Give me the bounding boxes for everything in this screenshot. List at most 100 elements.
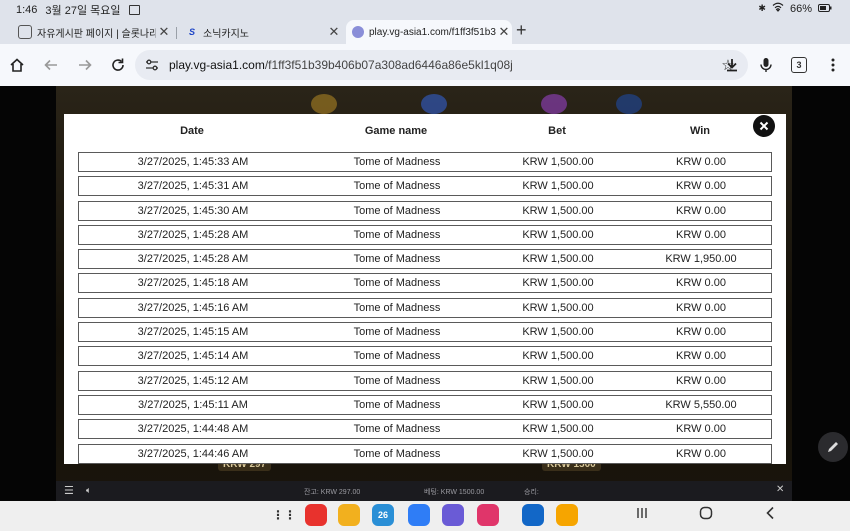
app-calendar-icon[interactable]: 26 bbox=[372, 504, 394, 526]
row-date: 3/27/2025, 1:45:18 AM bbox=[137, 277, 249, 290]
row-game-name: Tome of Madness bbox=[353, 350, 441, 363]
table-row: 3/27/2025, 1:45:12 AM Tome of Madness KRW … bbox=[78, 370, 772, 391]
game-status-bar: ☰ 🔈︎ 잔고: KRW 297.00 베팅: KRW 1500.00 승리: … bbox=[56, 481, 792, 501]
header-date: Date bbox=[180, 125, 204, 137]
edit-pencil-button[interactable] bbox=[818, 432, 848, 462]
close-modal-button[interactable] bbox=[753, 115, 775, 137]
recent-apps-icon[interactable] bbox=[636, 506, 648, 522]
row-date: 3/27/2025, 1:45:31 AM bbox=[137, 180, 249, 193]
app-outlook-icon[interactable] bbox=[522, 504, 544, 526]
tab-strip: 자유게시판 페이지 | 슬롯나라 - 2 ✕ S 소닉카지노 ✕ play.vg… bbox=[0, 18, 850, 44]
row-game-name: Tome of Madness bbox=[353, 423, 441, 436]
app-camera-icon[interactable] bbox=[477, 504, 499, 526]
row-win: KRW 0.00 bbox=[676, 447, 726, 460]
address-bar[interactable]: play.vg-asia1.com/f1ff3f51b39b406b07a308… bbox=[135, 50, 748, 80]
system-dock: ⋮⋮ 26 bbox=[0, 501, 850, 531]
row-date: 3/27/2025, 1:44:46 AM bbox=[137, 447, 249, 460]
table-row: 3/27/2025, 1:45:31 AM Tome of Madness KRW … bbox=[78, 176, 772, 197]
row-win: KRW 0.00 bbox=[676, 204, 726, 217]
row-game-name: Tome of Madness bbox=[353, 374, 441, 387]
table-row: 3/27/2025, 1:45:15 AM Tome of Madness KRW … bbox=[78, 322, 772, 343]
game-menu-icon[interactable]: ☰ bbox=[64, 484, 74, 497]
tab-count: 3 bbox=[791, 57, 807, 73]
close-tab-icon[interactable]: ✕ bbox=[326, 24, 342, 40]
row-game-name: Tome of Madness bbox=[353, 156, 441, 168]
row-game-name: Tome of Madness bbox=[353, 398, 441, 411]
row-bet: KRW 1,500.00 bbox=[522, 253, 594, 266]
game-balance: 잔고: KRW 297.00 bbox=[304, 489, 361, 496]
url-domain: play.vg-asia1.com bbox=[169, 58, 265, 72]
row-win: KRW 0.00 bbox=[676, 350, 726, 363]
row-date: 3/27/2025, 1:45:30 AM bbox=[137, 204, 249, 217]
row-game-name: Tome of Madness bbox=[353, 228, 441, 241]
microphone-icon[interactable] bbox=[755, 54, 777, 76]
tab-sonic-casino[interactable]: S 소닉카지노 ✕ bbox=[180, 20, 342, 44]
forward-arrow-icon[interactable] bbox=[74, 54, 96, 76]
tab-community[interactable]: 자유게시판 페이지 | 슬롯나라 - 2 ✕ bbox=[12, 20, 172, 44]
row-bet: KRW 1,500.00 bbox=[522, 423, 594, 436]
tab-divider bbox=[176, 27, 177, 39]
header-bet: Bet bbox=[548, 125, 566, 137]
row-bet: KRW 1,500.00 bbox=[522, 277, 594, 290]
back-arrow-icon[interactable] bbox=[40, 54, 62, 76]
row-win: KRW 0.00 bbox=[676, 423, 726, 436]
reload-icon[interactable] bbox=[107, 54, 129, 76]
row-date: 3/27/2025, 1:45:11 AM bbox=[138, 398, 248, 411]
row-win: KRW 0.00 bbox=[676, 228, 726, 241]
status-date: 3월 27일 목요일 bbox=[45, 5, 121, 17]
row-win: KRW 0.00 bbox=[676, 180, 726, 193]
tab-play-vg[interactable]: play.vg-asia1.com/f1ff3f51b3 ✕ bbox=[346, 20, 512, 44]
row-game-name: Tome of Madness bbox=[353, 326, 441, 339]
home-button-icon[interactable] bbox=[699, 506, 713, 523]
more-menu-icon[interactable] bbox=[822, 54, 844, 76]
table-row: 3/27/2025, 1:45:33 AM Tome of Madness KRW … bbox=[78, 152, 772, 172]
row-date: 3/27/2025, 1:45:28 AM bbox=[137, 253, 249, 266]
row-win: KRW 0.00 bbox=[676, 374, 726, 387]
download-icon[interactable] bbox=[721, 54, 743, 76]
row-game-name: Tome of Madness bbox=[353, 301, 441, 314]
close-icon bbox=[759, 121, 769, 131]
gallery-notification-icon bbox=[128, 5, 140, 15]
row-date: 3/27/2025, 1:45:28 AM bbox=[137, 228, 249, 241]
row-bet: KRW 1,500.00 bbox=[522, 350, 594, 363]
row-bet: KRW 1,500.00 bbox=[522, 180, 594, 193]
app-badge-label: 26 bbox=[377, 510, 388, 520]
row-bet: KRW 1,500.00 bbox=[522, 301, 594, 314]
app-photos-icon[interactable] bbox=[556, 504, 578, 526]
slot-symbol bbox=[541, 94, 567, 114]
row-date: 3/27/2025, 1:45:16 AM bbox=[137, 301, 249, 314]
sound-icon[interactable]: 🔈︎ bbox=[86, 485, 91, 496]
row-bet: KRW 1,500.00 bbox=[522, 156, 594, 168]
apps-grid-icon[interactable]: ⋮⋮ bbox=[272, 504, 296, 526]
home-icon[interactable] bbox=[6, 54, 28, 76]
row-game-name: Tome of Madness bbox=[353, 253, 441, 266]
row-date: 3/27/2025, 1:45:12 AM bbox=[137, 374, 249, 387]
nav-back-icon[interactable] bbox=[765, 506, 775, 523]
app-messages-icon[interactable] bbox=[408, 504, 430, 526]
tab-switcher-button[interactable]: 3 bbox=[788, 54, 810, 76]
wifi-icon bbox=[772, 2, 784, 15]
table-row: 3/27/2025, 1:45:18 AM Tome of Madness KRW … bbox=[78, 273, 772, 294]
table-row: 3/27/2025, 1:45:16 AM Tome of Madness KRW … bbox=[78, 297, 772, 318]
table-row: 3/27/2025, 1:45:11 AM Tome of Madness KRW … bbox=[78, 394, 772, 415]
row-bet: KRW 1,500.00 bbox=[522, 228, 594, 241]
bet-history-modal: Date Game name Bet Win 3/27/2025, 1:45:3… bbox=[64, 114, 786, 464]
row-bet: KRW 1,500.00 bbox=[522, 204, 594, 217]
row-bet: KRW 1,500.00 bbox=[522, 326, 594, 339]
site-settings-icon[interactable] bbox=[135, 59, 169, 71]
app-red-icon[interactable] bbox=[305, 504, 327, 526]
row-win: KRW 0.00 bbox=[676, 277, 726, 290]
close-tab-icon[interactable]: ✕ bbox=[156, 24, 172, 40]
app-folder-icon[interactable] bbox=[338, 504, 360, 526]
app-internet-icon[interactable] bbox=[442, 504, 464, 526]
row-win: KRW 1,950.00 bbox=[665, 253, 737, 266]
browser-toolbar: play.vg-asia1.com/f1ff3f51b39b406b07a308… bbox=[0, 44, 850, 87]
fullscreen-icon[interactable]: ✕ bbox=[776, 484, 784, 495]
globe-favicon-icon bbox=[352, 26, 364, 38]
game-bet: 베팅: KRW 1500.00 bbox=[424, 489, 485, 496]
close-tab-icon[interactable]: ✕ bbox=[496, 24, 512, 40]
header-win: Win bbox=[689, 125, 711, 137]
new-tab-icon[interactable]: + bbox=[516, 18, 527, 42]
table-row: 3/27/2025, 1:45:30 AM Tome of Madness KRW … bbox=[78, 200, 772, 221]
battery-icon bbox=[818, 3, 832, 15]
